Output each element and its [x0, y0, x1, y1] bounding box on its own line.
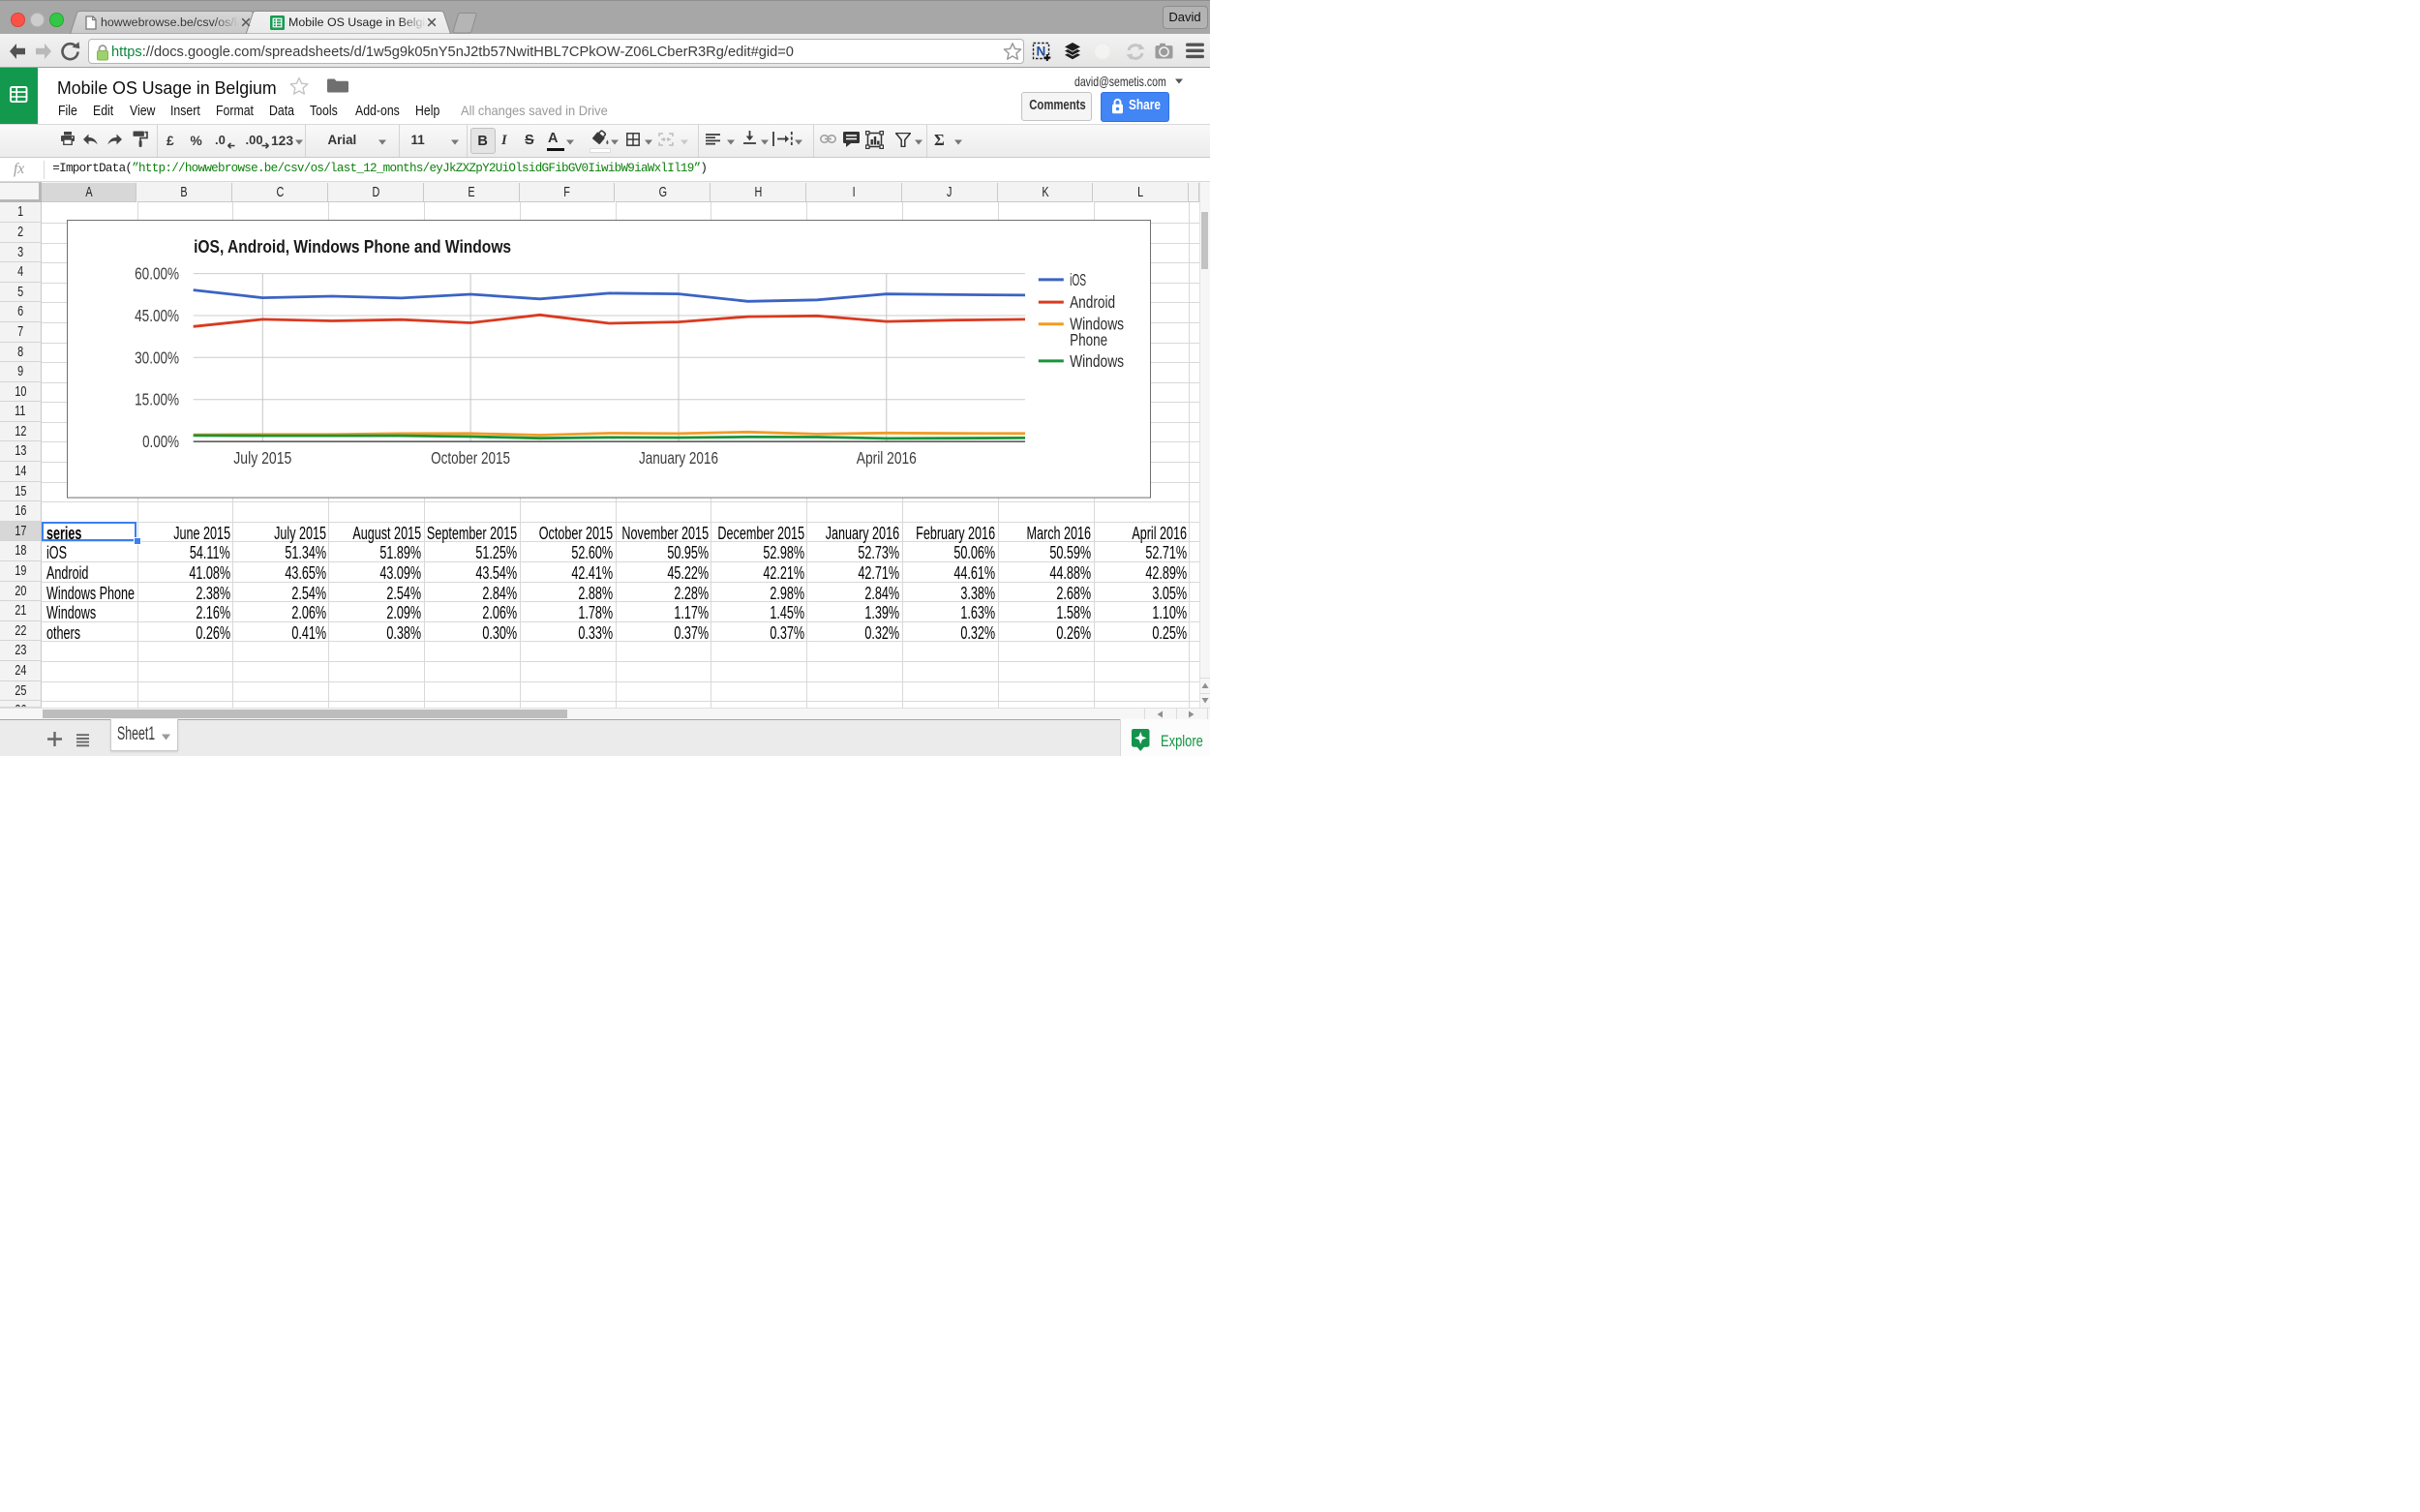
svg-text:Android: Android	[1070, 292, 1115, 312]
svg-text:Windows: Windows	[1070, 351, 1124, 371]
svg-text:15.00%: 15.00%	[135, 390, 179, 409]
svg-text:Phone: Phone	[1070, 330, 1107, 349]
svg-text:July 2015: July 2015	[233, 448, 291, 468]
svg-text:January 2016: January 2016	[639, 448, 718, 468]
svg-text:iOS: iOS	[1070, 270, 1086, 289]
svg-text:45.00%: 45.00%	[135, 306, 179, 325]
svg-text:N: N	[1037, 45, 1046, 59]
svg-text:April 2016: April 2016	[857, 448, 917, 468]
svg-text:0.00%: 0.00%	[142, 432, 179, 451]
svg-text:October 2015: October 2015	[431, 448, 510, 468]
svg-text:30.00%: 30.00%	[135, 348, 179, 367]
svg-text:iOS, Android, Windows Phone an: iOS, Android, Windows Phone and Windows	[194, 236, 511, 257]
svg-text:60.00%: 60.00%	[135, 264, 179, 284]
